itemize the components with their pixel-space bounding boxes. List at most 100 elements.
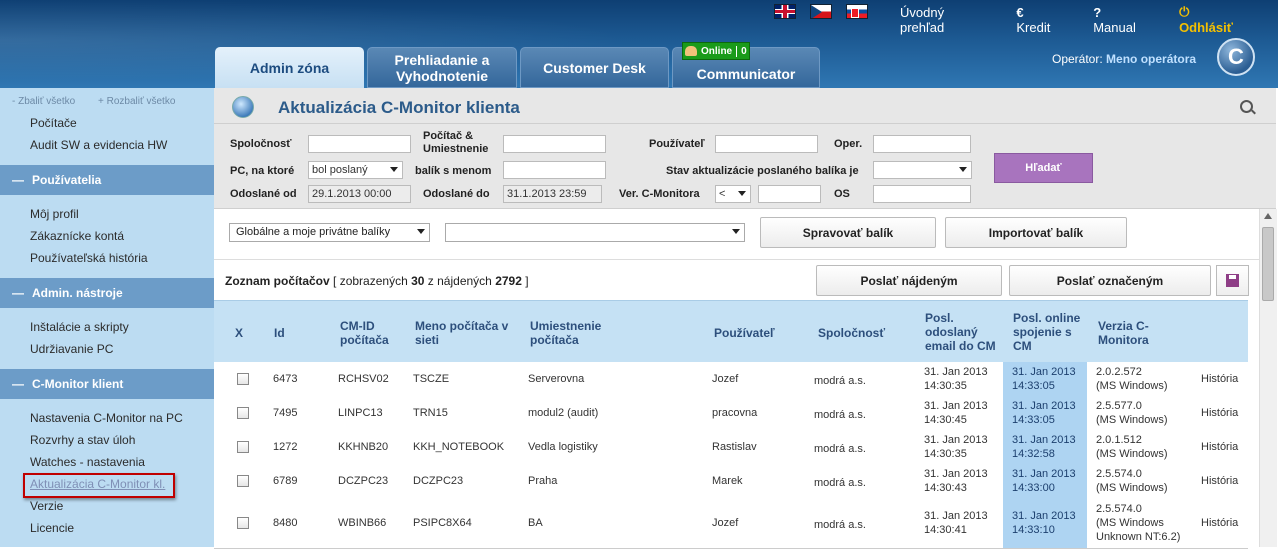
uk-flag-icon[interactable]: [774, 4, 796, 19]
tab-overview-evaluation[interactable]: Prehliadanie a Vyhodnotenie: [367, 47, 517, 88]
cell-version: 2.5.574.0 (MS Windows Unknown NT:6.2): [1096, 503, 1181, 543]
cell-user[interactable]: Marek: [712, 474, 743, 488]
sidebar: - Zbaliť všetko + Rozbaliť všetko Počíta…: [0, 88, 214, 547]
sidebar-item-installations[interactable]: Inštalácie a skripty: [30, 320, 129, 334]
logout-label: Odhlásiť: [1179, 20, 1233, 35]
scroll-up-icon[interactable]: [1264, 213, 1272, 219]
send-to-marked-button[interactable]: Poslať označeným: [1009, 265, 1211, 296]
cell-company[interactable]: modrá a.s.: [814, 518, 866, 532]
cell-user[interactable]: Jozef: [712, 372, 738, 386]
scrollbar-thumb[interactable]: [1262, 227, 1274, 301]
cell-id: 1272: [273, 441, 298, 453]
manage-package-button[interactable]: Spravovať balík: [760, 217, 936, 248]
version-input[interactable]: [758, 185, 821, 203]
online-status-badge[interactable]: Online 0: [682, 42, 750, 60]
col-last-online[interactable]: Posl. online spojenie s CM: [1013, 311, 1080, 353]
chevron-down-icon: [390, 167, 398, 172]
overview-link[interactable]: Úvodný prehľad: [900, 5, 988, 35]
row-checkbox[interactable]: [237, 407, 249, 419]
cell-id: 6473: [273, 373, 298, 385]
sidebar-section-cmonitor[interactable]: — C-Monitor klient: [0, 369, 214, 399]
computer-list-title: Zoznam počítačov [ zobrazených 30 z nájd…: [225, 274, 529, 288]
row-checkbox[interactable]: [237, 517, 249, 529]
sidebar-item-user-history[interactable]: Používateľská história: [30, 251, 148, 265]
cell-version: 2.0.1.512 (MS Windows): [1096, 434, 1168, 460]
package-input[interactable]: [503, 161, 606, 179]
cz-flag-icon[interactable]: [810, 4, 832, 19]
col-cmid[interactable]: CM-ID počítača: [340, 319, 389, 347]
cell-user[interactable]: Rastislav: [712, 440, 757, 454]
package-select[interactable]: [445, 223, 745, 242]
sk-flag-icon[interactable]: [846, 4, 868, 19]
operator-name[interactable]: Meno operátora: [1106, 52, 1196, 66]
col-computer-name[interactable]: Meno počítača v sieti: [415, 319, 508, 347]
col-id[interactable]: Id: [274, 326, 285, 340]
sent-to-input[interactable]: 31.1.2013 23:59: [503, 185, 602, 203]
sent-from-input[interactable]: 29.1.2013 00:00: [308, 185, 411, 203]
logout-link[interactable]: ⏻ Odhlásiť: [1179, 4, 1250, 35]
history-link[interactable]: História: [1201, 516, 1238, 530]
manual-link[interactable]: ? Manual: [1093, 5, 1151, 35]
sidebar-item-customer-accounts[interactable]: Zákaznícke kontá: [30, 229, 124, 243]
operator-info: Operátor: Meno operátora: [1052, 52, 1196, 66]
sidebar-item-audit[interactable]: Audit SW a evidencia HW: [30, 138, 167, 152]
cell-location: BA: [528, 517, 543, 529]
sidebar-item-licenses[interactable]: Licencie: [30, 521, 74, 535]
sidebar-item-my-profile[interactable]: Môj profil: [30, 207, 79, 221]
sidebar-item-computers[interactable]: Počítače: [30, 116, 77, 130]
computer-input[interactable]: [503, 135, 606, 153]
update-state-select[interactable]: [873, 161, 972, 179]
col-version[interactable]: Verzia C- Monitora: [1098, 319, 1149, 347]
user-input[interactable]: [715, 135, 818, 153]
history-link[interactable]: História: [1201, 406, 1238, 420]
sidebar-item-cmonitor-settings[interactable]: Nastavenia C-Monitor na PC: [30, 411, 183, 425]
vertical-scrollbar[interactable]: [1259, 209, 1277, 547]
tab-admin-zone[interactable]: Admin zóna: [215, 47, 364, 88]
sidebar-item-cmonitor-update[interactable]: Aktualizácia C-Monitor kl.: [30, 477, 165, 491]
collapse-all-link[interactable]: - Zbaliť všetko: [12, 96, 75, 107]
sidebar-collapse-controls: - Zbaliť všetko + Rozbaliť všetko: [0, 93, 214, 113]
online-count: 0: [736, 45, 747, 57]
sidebar-item-watches[interactable]: Watches - nastavenia: [30, 455, 145, 469]
pc-select[interactable]: bol poslaný: [308, 161, 403, 179]
credit-link[interactable]: € Kredit: [1016, 5, 1065, 35]
tab-customer-label: Customer Desk: [543, 59, 646, 76]
col-last-email[interactable]: Posl. odoslaný email do CM: [925, 311, 996, 353]
history-link[interactable]: História: [1201, 372, 1238, 386]
user-label: Používateľ: [649, 138, 705, 150]
row-checkbox[interactable]: [237, 475, 249, 487]
tab-customer-desk[interactable]: Customer Desk: [520, 47, 669, 88]
oper-input[interactable]: [873, 135, 971, 153]
row-checkbox[interactable]: [237, 373, 249, 385]
sidebar-item-versions[interactable]: Verzie: [30, 499, 63, 513]
cell-company[interactable]: modrá a.s.: [814, 374, 866, 388]
cell-company[interactable]: modrá a.s.: [814, 408, 866, 422]
search-icon[interactable]: [1240, 100, 1253, 113]
cell-company[interactable]: modrá a.s.: [814, 476, 866, 490]
table-row: 8480 WBINB66 PSIPC8X64 BA Jozef modrá a.s. 31.…: [214, 498, 1248, 549]
sidebar-section-admin-tools[interactable]: — Admin. nástroje: [0, 278, 214, 308]
search-button[interactable]: Hľadať: [994, 153, 1093, 183]
cell-user[interactable]: Jozef: [712, 516, 738, 530]
packages-scope-select[interactable]: Globálne a moje privátne balíky: [229, 223, 430, 242]
save-icon[interactable]: [1216, 265, 1249, 296]
col-user[interactable]: Používateľ: [714, 326, 775, 340]
row-checkbox[interactable]: [237, 441, 249, 453]
history-link[interactable]: História: [1201, 474, 1238, 488]
sidebar-section-users[interactable]: — Používatelia: [0, 165, 214, 195]
history-link[interactable]: História: [1201, 440, 1238, 454]
expand-all-link[interactable]: + Rozbaliť všetko: [98, 96, 175, 107]
send-to-found-button[interactable]: Poslať nájdeným: [816, 265, 1002, 296]
col-location[interactable]: Umiestnenie počítača: [530, 319, 601, 347]
cell-last-email: 31. Jan 2013 14:30:45: [924, 400, 988, 426]
col-company[interactable]: Spoločnosť: [818, 326, 885, 340]
import-package-button[interactable]: Importovať balík: [945, 217, 1127, 248]
sidebar-item-pc-maintenance[interactable]: Udržiavanie PC: [30, 342, 113, 356]
version-operator-select[interactable]: <: [715, 185, 751, 203]
cell-user[interactable]: pracovna: [712, 406, 757, 420]
company-input[interactable]: [308, 135, 411, 153]
os-input[interactable]: [873, 185, 971, 203]
sidebar-item-schedules[interactable]: Rozvrhy a stav úloh: [30, 433, 135, 447]
cell-company[interactable]: modrá a.s.: [814, 442, 866, 456]
pc-label: PC, na ktoré: [230, 165, 295, 177]
